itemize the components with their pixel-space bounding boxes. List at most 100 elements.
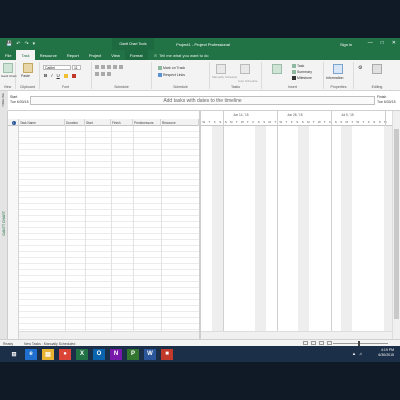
paste-button[interactable]: Paste [21,74,30,78]
column-resource[interactable]: Resource [161,119,199,126]
insert-milestone-button[interactable]: Milestone [292,76,312,80]
gantt-chart-area[interactable]: Jun 14, '15 Jun 28, '15 Jul 5, '15 WTFSS… [201,111,392,339]
view-team-planner-icon[interactable] [319,341,324,345]
group-label-schedule: Schedule [114,85,129,89]
group-editing: ⚙ Editing [354,62,400,89]
row-header-column [8,126,19,339]
gantt-chart-button[interactable]: Gantt Chart [1,74,17,78]
week-separator [277,111,278,339]
column-divider [85,126,86,339]
network-icon[interactable]: ▲ [352,351,356,356]
find-icon[interactable] [372,64,382,74]
column-duration[interactable]: Duration [65,119,85,126]
scroll-thumb[interactable] [394,129,399,319]
tab-project[interactable]: Project [84,50,106,60]
zoom-slider-track[interactable] [333,343,388,344]
new-tasks-mode[interactable]: New Tasks : Manually Scheduled [24,342,75,346]
group-label-editing: Editing [371,85,383,89]
volume-icon[interactable]: ♫ [359,351,362,356]
timeline-bar[interactable]: Add tasks with dates to the timeline [30,96,375,105]
view-resource-sheet-icon[interactable] [327,341,332,345]
undo-icon[interactable]: ↶ [16,41,20,47]
sign-in-link[interactable]: Sign in [340,42,352,47]
taskbar-project-icon[interactable]: P [127,348,139,360]
sheet-rows[interactable] [8,126,199,339]
tab-resource[interactable]: Resource [35,50,62,60]
tab-file[interactable]: File [0,50,16,60]
auto-schedule-button[interactable]: Auto Schedule [238,79,258,83]
group-schedule-2: Mark on Track Respect Links Schedule [152,62,210,89]
tab-task[interactable]: Task [16,50,35,60]
chart-horizontal-scrollbar[interactable] [201,331,392,339]
information-icon[interactable] [333,64,343,74]
column-predecessors[interactable]: Predecessors [133,119,161,126]
lightbulb-icon: ☉ [153,52,158,58]
taskbar-onenote-icon[interactable]: N [110,348,122,360]
weekend-shading [212,126,223,339]
tell-me-text: Tell me what you want to do [159,52,209,58]
sheet-horizontal-scrollbar[interactable] [19,331,199,339]
tab-format[interactable]: Format [124,50,148,60]
vertical-scrollbar[interactable] [392,111,400,339]
minimize-icon[interactable]: — [368,40,373,46]
taskbar-explorer-icon[interactable]: ▤ [42,348,54,360]
task-icon[interactable] [272,64,282,74]
column-finish[interactable]: Finish [111,119,133,126]
group-schedule: Schedule [92,62,152,89]
font-family-select[interactable]: Calibri [43,65,71,70]
mark-on-track-button[interactable]: Mark on Track [158,66,185,70]
bold-button[interactable]: B [44,73,47,78]
underline-button[interactable]: U [57,73,60,78]
highlight-icon[interactable] [63,73,68,78]
taskbar-outlook-icon[interactable]: O [93,348,105,360]
gantt-vertical-tab[interactable]: GANTT CHART [0,111,8,339]
gantt-chart-icon[interactable] [2,63,13,73]
redo-icon[interactable]: ↷ [24,41,28,47]
save-icon[interactable]: 💾 [6,41,12,47]
tab-view[interactable]: View [106,50,125,60]
auto-schedule-icon[interactable] [240,64,250,74]
close-icon[interactable]: ✕ [392,40,396,46]
taskbar-excel-icon[interactable]: X [76,348,88,360]
respect-links-button[interactable]: Respect Links [158,73,185,77]
insert-summary-button[interactable]: Summary [292,70,312,74]
link-buttons[interactable] [95,72,111,76]
maximize-icon[interactable]: □ [381,40,384,46]
taskbar-apps: e ▤ ● X O N P W ■ [20,348,173,360]
group-label-tasks: Tasks [231,85,240,89]
percent-complete-buttons[interactable] [95,65,123,69]
task-sheet[interactable]: i Task Name Duration Start Finish Predec… [8,111,199,339]
customize-qat-icon[interactable]: ▾ [33,41,36,47]
view-task-usage-icon[interactable] [311,341,316,345]
timeline-vertical-tab[interactable]: TIMELINE [0,91,8,111]
column-start[interactable]: Start [85,119,111,126]
column-task-name[interactable]: Task Name [19,119,65,126]
taskbar-edge-icon[interactable]: e [25,348,37,360]
scroll-to-task-icon[interactable]: ⚙ [358,65,362,71]
desktop-top [0,0,400,38]
paste-icon[interactable] [22,63,33,73]
taskbar-chrome-icon[interactable]: ● [59,348,71,360]
information-button[interactable]: Information [326,76,344,80]
column-divider [133,126,134,339]
summary-icon [292,70,296,74]
view-gantt-icon[interactable] [303,341,308,345]
weekend-shading [255,126,266,339]
group-label-clipboard: Clipboard [20,85,35,89]
view-shortcuts [303,341,332,345]
start-button[interactable]: ⊞ [8,349,20,360]
clock[interactable]: 4:19 PM 6/30/2015 [378,348,394,358]
group-label-insert: Insert [288,85,297,89]
font-color-icon[interactable] [71,73,76,78]
tab-report[interactable]: Report [62,50,84,60]
tell-me-box[interactable]: ☉ Tell me what you want to do [154,50,209,60]
manually-schedule-button[interactable]: Manually Schedule [212,75,237,79]
taskbar-word-icon[interactable]: W [144,348,156,360]
column-indicators[interactable]: i [8,119,19,126]
font-size-select[interactable]: 11 [72,65,81,70]
italic-button[interactable]: I [51,73,52,78]
taskbar-paint-icon[interactable]: ■ [161,348,173,360]
insert-task-button[interactable]: Task [292,64,304,68]
manually-schedule-icon[interactable] [216,64,226,74]
clock-date: 6/30/2015 [378,353,394,357]
